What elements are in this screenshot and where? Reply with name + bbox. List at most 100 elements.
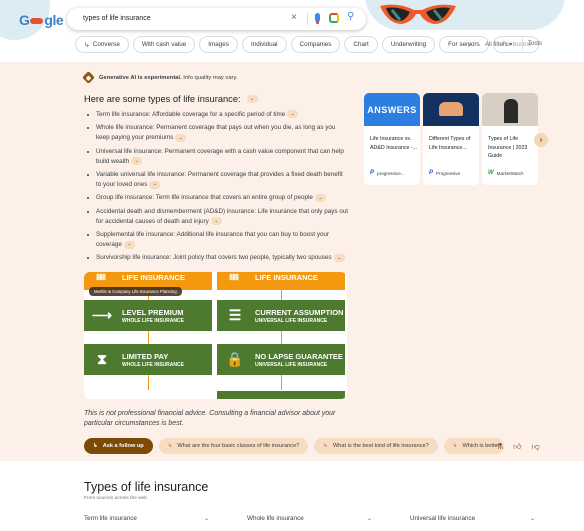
- lock-icon: 🔒: [226, 351, 244, 367]
- suggestion-chip[interactable]: ↳ What are the four basic classes of life…: [158, 438, 309, 454]
- suggestion-chip[interactable]: ↳ What is the best kind of life insurance…: [314, 438, 438, 454]
- expand-source-chevron-icon[interactable]: ⌄: [246, 95, 258, 103]
- ask-follow-up-button[interactable]: ↳ Ask a follow up: [84, 438, 153, 454]
- list-item: Group life insurance: Term life insuranc…: [84, 193, 349, 203]
- source-card[interactable]: Different Types of Life Insurance... P Pr…: [423, 93, 479, 185]
- chevron-down-icon: ⌄: [366, 516, 372, 522]
- chevron-down-icon[interactable]: ⌄: [149, 180, 161, 189]
- chevron-down-icon[interactable]: ⌄: [333, 253, 345, 262]
- chip-underwriting[interactable]: Underwriting: [381, 36, 436, 53]
- source-site: Pprogressive...: [370, 170, 405, 176]
- mic-icon[interactable]: [315, 13, 320, 24]
- source-title: Life Insurance vs. AD&D Insurance -...: [370, 136, 418, 151]
- diagram-box: ☰ CURRENT ASSUMPTION UNIVERSAL LIFE INSU…: [217, 300, 345, 331]
- lab-flask-icon[interactable]: ⚗: [496, 442, 503, 452]
- ai-title: Here are some types of life insurance: ⌄: [84, 94, 258, 104]
- list-item: Supplemental life insurance: Additional …: [84, 230, 349, 250]
- follow-up-arrow-icon: ↳: [452, 443, 458, 449]
- chevron-down-icon: ⌄: [203, 516, 209, 522]
- chip-companies[interactable]: Companies: [290, 36, 341, 53]
- image-source-caption: Merkle & Company Life Insurance Planning: [89, 287, 182, 296]
- progressive-favicon-icon: P: [370, 170, 375, 176]
- list-item: Variable universal life insurance: Perma…: [84, 170, 349, 190]
- diagram-right-column: ⅢⅢ LIFE INSURANCE ☰ CURRENT ASSUMPTION UN…: [217, 272, 345, 399]
- search-input[interactable]: types of life insurance: [83, 15, 151, 22]
- follow-up-row: ↳ Ask a follow up ↳ What are the four basi…: [84, 438, 504, 454]
- source-thumbnail: ANSWERS: [364, 93, 420, 126]
- marketwatch-favicon-icon: W: [488, 170, 494, 176]
- list-item: Whole life insurance: Permanent coverage…: [84, 123, 349, 143]
- tools-button[interactable]: Tools: [522, 38, 542, 50]
- follow-up-arrow-icon: ↳: [93, 443, 98, 449]
- section-title: Types of life insurance: [84, 480, 209, 494]
- follow-up-arrow-icon: ↳: [167, 443, 173, 449]
- arrow-right-icon: ⟶: [92, 307, 113, 323]
- life-insurance-diagram-image[interactable]: ⅢⅢ LIFE INSURANCE ⟶ LEVEL PREMIUM WHOLE L…: [84, 272, 347, 399]
- chevron-down-icon[interactable]: ⌄: [175, 133, 187, 142]
- progressive-favicon-icon: P: [429, 170, 434, 176]
- building-icon: ⅢⅢ: [229, 273, 239, 282]
- accordion-term-life[interactable]: Term life insurance ⌄: [84, 515, 209, 522]
- diagram-left-column: ⅢⅢ LIFE INSURANCE ⟶ LEVEL PREMIUM WHOLE L…: [84, 272, 212, 399]
- header: Ggle types of life insurance × ⚲ ↳ Conver…: [0, 0, 584, 62]
- chevron-right-icon[interactable]: ›: [468, 40, 471, 49]
- list-item: Accidental death and dismemberment (AD&D…: [84, 207, 349, 227]
- google-doodle-logo[interactable]: Ggle: [19, 12, 64, 28]
- source-thumbnail: [423, 93, 479, 126]
- source-card[interactable]: ANSWERS Life Insurance vs. AD&D Insuranc…: [364, 93, 420, 185]
- suggestion-chip[interactable]: ↳ Which is better: [443, 438, 504, 454]
- chip-for-seniors[interactable]: For seniors: [439, 36, 489, 53]
- diagram-header: ⅢⅢ LIFE INSURANCE: [217, 272, 345, 290]
- chip-individual[interactable]: Individual: [241, 36, 287, 53]
- feedback-icons: ⚗ 👍︎ 👎︎: [496, 442, 540, 452]
- chip-chart[interactable]: Chart: [344, 36, 378, 53]
- disclaimer: This is not professional financial advic…: [84, 410, 336, 427]
- search-box[interactable]: types of life insurance × ⚲: [67, 8, 366, 30]
- section-subtitle: From sources across the web: [84, 496, 147, 501]
- accordion-whole-life[interactable]: Whole life insurance ⌄: [247, 515, 372, 522]
- sparkle-icon: [82, 71, 95, 84]
- chip-converse[interactable]: ↳ Converse: [75, 36, 129, 53]
- search-icon[interactable]: ⚲: [347, 11, 354, 22]
- ai-notice: Generative AI is experimental. Info qual…: [82, 71, 238, 84]
- chevron-down-icon[interactable]: ⌄: [287, 110, 299, 119]
- source-site: W MarketWatch: [488, 170, 524, 176]
- list-item: Term life insurance: Affordable coverage…: [84, 110, 349, 120]
- notice-bold: Generative AI is experimental.: [99, 74, 182, 81]
- notice-text: Info quality may vary.: [183, 74, 238, 81]
- diagram-box: ⧗ LIMITED PAY WHOLE LIFE INSURANCE: [84, 344, 212, 375]
- chevron-down-icon[interactable]: ⌄: [131, 157, 143, 166]
- source-site: P Progressive: [429, 170, 461, 176]
- hourglass-icon: ⧗: [97, 351, 107, 367]
- chevron-down-icon: ⌄: [529, 516, 535, 522]
- list-item: Universal life insurance: Permanent cove…: [84, 147, 349, 167]
- sunglasses-doodle-icon[interactable]: [378, 2, 458, 26]
- source-thumbnail: [482, 93, 538, 126]
- chevron-down-icon[interactable]: ⌄: [210, 217, 222, 226]
- converse-arrow-icon: ↳: [84, 41, 90, 49]
- list-item: Survivorship life insurance: Joint polic…: [84, 253, 349, 263]
- all-filters-button[interactable]: All filters ▾: [485, 41, 512, 48]
- source-cards: ANSWERS Life Insurance vs. AD&D Insuranc…: [364, 93, 538, 185]
- chip-with-cash-value[interactable]: With cash value: [132, 36, 196, 53]
- insurance-type-list: Term life insurance: Affordable coverage…: [84, 110, 349, 267]
- chevron-down-icon[interactable]: ⌄: [314, 193, 326, 202]
- ai-overview: Generative AI is experimental. Info qual…: [0, 62, 584, 461]
- diagram-box: 🔒 NO LAPSE GUARANTEE UNIVERSAL LIFE INSU…: [217, 344, 345, 375]
- sliders-icon: ☰: [228, 307, 242, 323]
- diagram-box: INDEXED: [217, 391, 345, 399]
- source-title: Types of Life Insurance | 2023 Guide: [488, 136, 528, 159]
- source-title: Different Types of Life Insurance...: [429, 136, 471, 151]
- building-icon: ⅢⅢ: [96, 273, 106, 282]
- diagram-box: ⟶ LEVEL PREMIUM WHOLE LIFE INSURANCE: [84, 300, 212, 331]
- chevron-down-icon[interactable]: ⌄: [123, 240, 135, 249]
- thumbs-up-icon[interactable]: 👍︎: [513, 442, 521, 452]
- lens-icon[interactable]: [329, 13, 339, 23]
- divider: [307, 13, 308, 25]
- accordion-universal-life[interactable]: Universal life insurance ⌄: [410, 515, 535, 522]
- chip-images[interactable]: Images: [199, 36, 238, 53]
- next-sources-chevron-icon[interactable]: ›: [534, 133, 548, 147]
- clear-icon[interactable]: ×: [291, 12, 297, 23]
- source-card[interactable]: Types of Life Insurance | 2023 Guide W Ma…: [482, 93, 538, 185]
- thumbs-down-icon[interactable]: 👎︎: [532, 442, 540, 452]
